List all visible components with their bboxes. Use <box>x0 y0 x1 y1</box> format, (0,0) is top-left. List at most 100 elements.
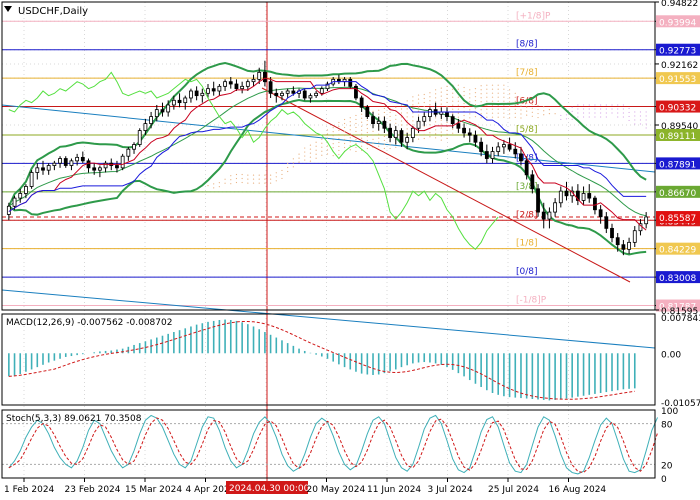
cloud-dot <box>406 124 408 126</box>
cloud-dot <box>543 114 545 116</box>
cloud-dot <box>514 100 516 102</box>
cloud-dot <box>366 119 368 122</box>
candle-body <box>75 156 80 162</box>
cloud-dot <box>378 133 380 135</box>
cloud-dot <box>491 84 494 86</box>
cloud-dot <box>230 183 232 185</box>
stoch-axis-label: 80 <box>661 421 673 431</box>
cloud-dot <box>486 96 488 98</box>
cloud-dot <box>269 182 272 184</box>
cloud-dot <box>514 104 516 106</box>
cloud-dot <box>332 155 334 157</box>
candle-body <box>484 151 489 159</box>
cloud-dot <box>594 104 596 106</box>
candle-body <box>46 165 51 171</box>
cloud-dot <box>508 97 511 99</box>
cloud-dot <box>361 113 363 115</box>
candle-body <box>553 202 558 213</box>
cloud-dot <box>332 143 334 145</box>
cloud-dot <box>526 114 528 116</box>
cloud-dot <box>440 87 442 89</box>
cloud-dot <box>321 150 323 152</box>
cloud-dot <box>366 139 368 142</box>
candle-body <box>228 81 233 85</box>
cloud-dot <box>588 108 590 110</box>
cloud-dot <box>452 112 454 114</box>
cloud-dot <box>252 182 255 184</box>
candle-body <box>35 167 40 173</box>
cloud-dot <box>514 112 516 114</box>
cloud-dot <box>486 112 488 114</box>
cloud-dot <box>537 108 539 111</box>
cloud-dot <box>491 116 494 118</box>
cloud-dot <box>361 133 363 135</box>
cloud-dot <box>304 147 306 149</box>
cloud-dot <box>417 138 420 140</box>
cloud-dot <box>287 166 289 169</box>
cloud-dot <box>395 106 397 108</box>
candle-body <box>393 130 398 138</box>
cloud-dot <box>315 153 317 155</box>
cloud-dot <box>594 116 596 118</box>
cloud-dot <box>292 158 294 160</box>
cloud-dot <box>383 111 386 114</box>
cloud-dot <box>531 107 533 109</box>
cloud-dot <box>628 111 630 114</box>
cloud-dot <box>213 187 215 189</box>
cloud-dot <box>417 114 420 116</box>
cloud-dot <box>338 145 340 148</box>
cloud-dot <box>281 177 283 180</box>
cloud-dot <box>600 104 602 106</box>
cloud-dot <box>366 131 368 134</box>
cloud-dot <box>435 137 437 139</box>
cloud-dot <box>412 120 414 122</box>
cloud-dot <box>349 141 351 143</box>
cloud-dot <box>520 105 522 107</box>
price-tag-label: 0.90332 <box>659 104 696 114</box>
murrey-label: [+1/8]P <box>516 11 551 21</box>
cloud-dot <box>622 116 624 118</box>
cloud-dot <box>480 109 482 111</box>
cloud-dot <box>577 112 579 114</box>
cloud-dot <box>235 177 238 180</box>
candle-body <box>177 99 182 104</box>
cloud-dot <box>508 93 511 95</box>
cloud-dot <box>355 134 357 137</box>
candle-body <box>80 156 85 162</box>
cloud-dot <box>440 131 442 133</box>
cloud-dot <box>486 108 488 110</box>
candle-body <box>598 209 603 218</box>
cloud-dot <box>497 100 499 102</box>
candle-body <box>445 111 449 118</box>
cloud-dot <box>548 113 551 115</box>
cloud-dot <box>247 178 249 180</box>
chart-background <box>0 0 700 500</box>
murrey-label: [1/8] <box>516 239 538 249</box>
candle-body <box>154 109 159 118</box>
candle-body <box>268 81 273 94</box>
cloud-dot <box>526 106 528 108</box>
cloud-dot <box>520 97 522 99</box>
cloud-dot <box>423 125 425 128</box>
cloud-dot <box>275 176 277 178</box>
x-axis-label: 1 Feb 2024 <box>4 485 55 495</box>
cloud-dot <box>338 129 340 132</box>
cloud-dot <box>338 149 340 152</box>
cloud-dot <box>531 99 533 101</box>
cloud-dot <box>600 108 602 110</box>
cloud-dot <box>497 92 499 94</box>
cloud-dot <box>577 116 579 118</box>
cloud-dot <box>355 138 357 141</box>
cloud-dot <box>235 181 238 184</box>
cloud-dot <box>600 116 602 118</box>
cloud-dot <box>440 139 442 141</box>
candle-body <box>399 130 404 143</box>
cloud-dot <box>469 109 471 111</box>
candle-body <box>92 167 97 171</box>
cloud-dot <box>406 128 408 130</box>
murrey-label: [0/8] <box>516 267 538 277</box>
cloud-dot <box>520 109 522 111</box>
cloud-dot <box>395 122 397 124</box>
cloud-dot <box>417 98 420 100</box>
cloud-dot <box>372 138 374 140</box>
